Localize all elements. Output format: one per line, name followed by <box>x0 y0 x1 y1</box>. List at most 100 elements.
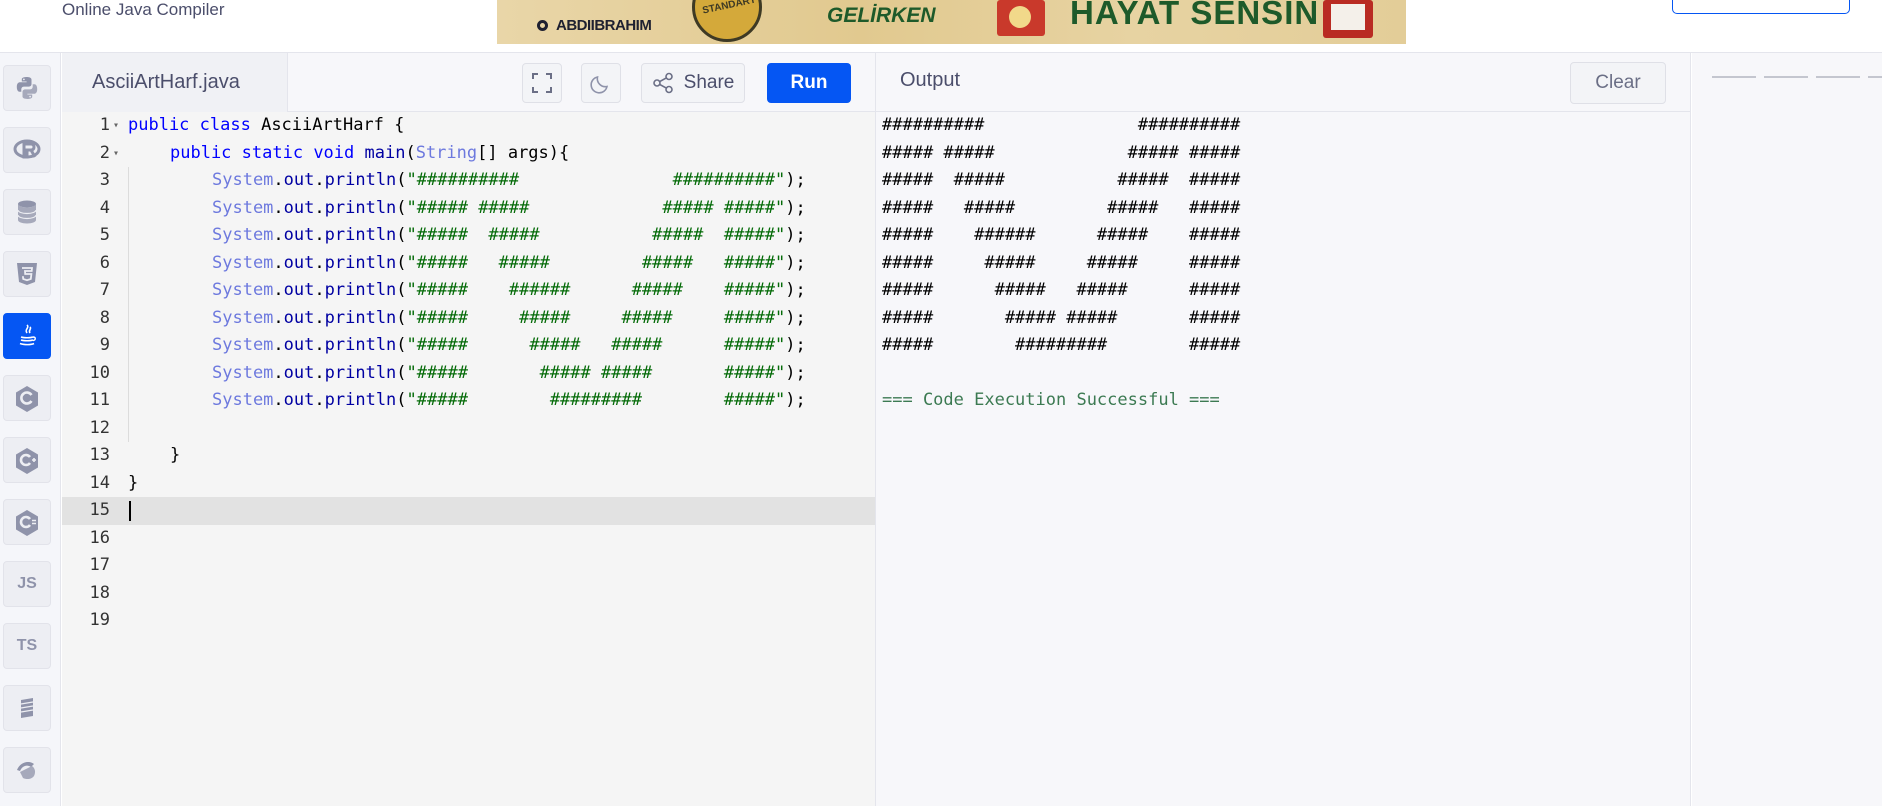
code-line[interactable]: 2 ▾ public static void main(String[] args)… <box>62 140 875 168</box>
sidebar-item-ts[interactable]: TS <box>3 623 51 669</box>
output-line: ##### ######### ##### <box>882 335 1241 355</box>
code-line[interactable]: 6 System.out.println("##### ##### ##### #… <box>62 249 875 277</box>
run-button[interactable]: Run <box>767 63 851 103</box>
code-token: println <box>324 252 397 273</box>
code-token: System <box>212 280 274 300</box>
code-text: public class AsciiArtHarf { <box>128 112 404 140</box>
code-token: println <box>324 307 397 328</box>
code-token: public <box>170 142 242 163</box>
sidebar-item-go[interactable] <box>3 685 51 731</box>
code-token: "##### ##### ##### #####" <box>406 307 786 328</box>
r-icon <box>13 139 41 159</box>
code-line[interactable]: 15 <box>62 497 875 525</box>
sidebar-item-java[interactable] <box>3 313 51 359</box>
theme-toggle-button[interactable] <box>581 63 621 103</box>
output-line: ##### ##### ##### ##### <box>882 197 1241 218</box>
code-token: ( <box>396 170 407 190</box>
top-action-button[interactable] <box>1672 0 1850 14</box>
code-text: System.out.println("##### ######### ####… <box>212 387 806 415</box>
line-number: 7 <box>99 280 110 300</box>
code-line[interactable]: 3 System.out.println("########## ########… <box>62 167 875 195</box>
sidebar-item-sql[interactable] <box>3 189 51 235</box>
code-token: ( <box>405 142 416 163</box>
code-token: ); <box>785 225 806 245</box>
line-number: 10 <box>89 362 110 383</box>
line-number: 5 <box>99 225 110 245</box>
right-side-panel <box>1692 53 1882 806</box>
code-line[interactable]: 19 <box>62 607 875 635</box>
code-text: System.out.println("##### ##### ##### ##… <box>212 332 806 360</box>
sidebar-item-php[interactable] <box>3 747 51 793</box>
code-token: AsciiArtHarf { <box>261 115 405 135</box>
code-token: . <box>273 307 284 328</box>
line-number: 1 <box>99 115 110 135</box>
fold-arrow-icon[interactable]: ▾ <box>113 112 119 140</box>
code-token: . <box>314 280 325 300</box>
line-number: 11 <box>89 390 110 410</box>
sidebar-item-cpp[interactable] <box>3 437 51 483</box>
code-line[interactable]: 7 System.out.println("##### ###### ##### … <box>62 277 875 305</box>
code-line[interactable]: 10 System.out.println("##### ##### ##### … <box>62 359 875 387</box>
output-line: ##### ##### ##### ##### <box>882 280 1241 300</box>
ad-brand-text: ABDIIBRAHIM <box>556 17 652 34</box>
sidebar-item-c[interactable] <box>3 375 51 421</box>
indent-guide <box>128 304 129 332</box>
code-token: ( <box>396 252 407 273</box>
output-title: Output <box>900 69 961 91</box>
code-text: System.out.println("##### ##### ##### ##… <box>212 222 806 250</box>
java-icon <box>19 324 36 346</box>
code-token: "##### ##### ##### #####" <box>406 225 786 245</box>
sidebar-item-html[interactable] <box>3 251 51 297</box>
code-line[interactable]: 17 <box>62 552 875 580</box>
clear-button[interactable]: Clear <box>1570 62 1666 104</box>
line-number: 15 <box>89 500 110 520</box>
site-title[interactable]: Online Java Compiler <box>62 0 225 20</box>
code-area[interactable]: 1 ▾ public class AsciiArtHarf {2 ▾ public st… <box>62 112 875 806</box>
code-token: out <box>283 390 315 410</box>
indent-guide <box>128 222 129 250</box>
sidebar-item-python[interactable] <box>3 65 51 111</box>
code-line[interactable]: 16 <box>62 525 875 553</box>
code-token: class <box>199 115 262 135</box>
python-icon <box>16 77 38 99</box>
fold-arrow-icon[interactable]: ▾ <box>113 140 119 168</box>
sidebar-item-r[interactable] <box>3 127 51 173</box>
sidebar-item-csharp[interactable] <box>3 499 51 545</box>
code-line[interactable]: 14} <box>62 470 875 498</box>
code-line[interactable]: 12 <box>62 414 875 442</box>
sql-icon <box>17 200 37 224</box>
code-line[interactable]: 1 ▾ public class AsciiArtHarf { <box>62 112 875 140</box>
fullscreen-icon <box>532 73 552 93</box>
code-token: println <box>324 280 397 300</box>
code-line[interactable]: 13} <box>62 442 875 470</box>
ad-banner[interactable]: STANDART ABDIIBRAHIM GELİRKEN HAYAT SENS… <box>497 0 1406 44</box>
code-token: . <box>314 362 325 383</box>
code-text: System.out.println("##### ##### ##### ##… <box>212 195 806 223</box>
code-token: out <box>283 170 315 190</box>
file-tab[interactable]: AsciiArtHarf.java <box>62 53 288 112</box>
fullscreen-button[interactable] <box>522 63 562 103</box>
indent-guide <box>128 194 129 222</box>
code-token: void <box>313 142 365 163</box>
code-token: ( <box>396 225 407 245</box>
code-line[interactable]: 5 System.out.println("##### ##### ##### #… <box>62 222 875 250</box>
code-line[interactable]: 11 System.out.println("##### ######### ##… <box>62 387 875 415</box>
code-line[interactable]: 9 System.out.println("##### ##### ##### #… <box>62 332 875 360</box>
php-icon <box>17 762 36 780</box>
code-token: println <box>324 197 397 218</box>
sidebar-item-js[interactable]: JS <box>3 561 51 607</box>
code-line[interactable]: 18 <box>62 580 875 608</box>
line-number: 19 <box>89 610 110 630</box>
code-line[interactable]: 8 System.out.println("##### ##### ##### #… <box>62 304 875 332</box>
code-text: System.out.println("########## #########… <box>212 167 806 195</box>
code-token: println <box>324 170 397 190</box>
ad-tagline-left: GELİRKEN <box>827 4 936 27</box>
indent-guide <box>128 277 129 305</box>
code-token: out <box>283 225 315 245</box>
share-button[interactable]: Share <box>641 63 745 103</box>
indent-guide <box>128 387 129 415</box>
execution-status: === Code Execution Successful === <box>882 390 1220 410</box>
code-token: println <box>324 225 397 245</box>
code-line[interactable]: 4 System.out.println("##### ##### ##### #… <box>62 194 875 223</box>
output-line: ##### ##### ##### ##### <box>882 142 1241 163</box>
